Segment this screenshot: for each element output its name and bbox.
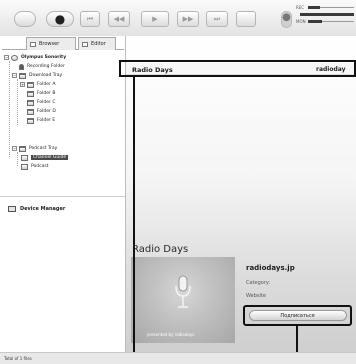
fast-forward-icon: ▶▶ xyxy=(182,15,194,23)
podcast-icon xyxy=(21,163,28,170)
folder-icon xyxy=(27,108,34,115)
tab-editor-label: Editor xyxy=(91,41,106,47)
subscribe-callout: Подписаться xyxy=(243,305,352,326)
tree-item-channel-guide[interactable]: Channel Guide xyxy=(0,153,126,162)
tree-item-label: Podcast xyxy=(31,164,49,169)
status-text: Total of 1 files xyxy=(4,356,32,361)
tree-item-label: Folder A xyxy=(37,82,56,87)
device-manager-item[interactable]: Device Manager xyxy=(8,206,65,212)
tree-root-label: Olympus Sonority xyxy=(21,55,67,60)
device-manager-icon xyxy=(8,206,16,212)
website-link[interactable]: Website xyxy=(246,293,266,299)
collapse-toggle-icon[interactable]: − xyxy=(4,55,9,60)
tab-browser-label: Browser xyxy=(39,41,60,47)
channel-guide-icon xyxy=(21,154,28,161)
folder-icon xyxy=(27,99,34,106)
tree-item-label: Recording Folder xyxy=(27,64,65,69)
tree-item-podcast-tray[interactable]: − Podcast Tray xyxy=(0,144,126,153)
artwork-caption: presented by radiodays xyxy=(147,332,195,337)
folder-icon xyxy=(27,90,34,97)
play-icon: ▶ xyxy=(152,15,158,23)
category-label: Category: xyxy=(246,280,271,286)
tree-item-label: Podcast Tray xyxy=(29,146,58,151)
rec-level-label: REC xyxy=(296,5,305,10)
previous-track-icon: ⏮ xyxy=(86,14,94,23)
tree-item-label: Download Tray xyxy=(29,73,63,78)
device-manager-label: Device Manager xyxy=(20,206,66,212)
mon-level-bar xyxy=(308,20,322,23)
tree-item-recording-folder[interactable]: Recording Folder xyxy=(0,62,126,71)
record-button[interactable]: ● xyxy=(46,11,74,27)
tree-item-label: Folder D xyxy=(37,109,56,114)
tree-item-folder-d[interactable]: Folder D xyxy=(0,107,126,116)
tree-item-folder-e[interactable]: Folder E xyxy=(0,116,126,125)
tree-root[interactable]: − Olympus Sonority xyxy=(0,53,126,62)
next-track-icon: ⏭ xyxy=(213,14,221,23)
pane-tabs: Browser Editor xyxy=(2,37,124,50)
tab-browser[interactable]: Browser xyxy=(26,37,76,50)
subscribe-button-label: Подписаться xyxy=(280,312,315,319)
transport-toolbar: ● ⏮ ◀◀ ▶ ▶▶ ⏭ REC MON xyxy=(0,0,356,36)
play-button[interactable]: ▶ xyxy=(141,11,169,27)
tree-item-label: Folder B xyxy=(37,91,56,96)
rec-level-bar xyxy=(308,6,320,9)
rewind-icon: ◀◀ xyxy=(113,15,125,23)
status-bar: Total of 1 files xyxy=(0,352,356,364)
rewind-button[interactable]: ◀◀ xyxy=(108,11,130,27)
next-track-button[interactable]: ⏭ xyxy=(206,11,228,27)
browser-icon xyxy=(30,41,36,47)
editor-icon xyxy=(82,41,88,47)
callout-leader-line xyxy=(133,77,135,364)
guide-title: Radio Days xyxy=(132,244,189,255)
tray-icon xyxy=(19,145,26,152)
previous-track-button[interactable]: ⏮ xyxy=(80,11,100,27)
collapse-toggle-icon[interactable]: − xyxy=(12,146,17,151)
browser-pane: Browser Editor − Olympus Sonority Record… xyxy=(0,36,126,352)
folder-icon xyxy=(27,81,34,88)
list-row-callout xyxy=(119,60,356,77)
volume-knob[interactable] xyxy=(281,11,292,28)
collapse-toggle-icon[interactable]: − xyxy=(12,73,17,78)
tree-item-download-tray[interactable]: − Download Tray xyxy=(0,71,126,80)
rec-level-track xyxy=(320,7,354,8)
subscribe-button[interactable]: Подписаться xyxy=(248,310,347,321)
mon-level-track xyxy=(322,21,354,22)
microphone-icon xyxy=(19,63,24,70)
tree-item-folder-b[interactable]: Folder B xyxy=(0,89,126,98)
expand-toggle-icon[interactable]: + xyxy=(20,82,25,87)
tree-item-label: Channel Guide xyxy=(31,155,69,160)
tab-editor[interactable]: Editor xyxy=(78,37,116,50)
tray-icon xyxy=(19,72,26,79)
stop-button[interactable] xyxy=(14,11,36,27)
mon-level-label: MON xyxy=(296,19,306,24)
fast-forward-button[interactable]: ▶▶ xyxy=(177,11,199,27)
folder-icon xyxy=(27,117,34,124)
microphone-icon xyxy=(175,275,191,308)
device-icon xyxy=(11,54,18,61)
extra-button[interactable] xyxy=(236,11,256,27)
tree-item-label: Folder E xyxy=(37,118,56,123)
tree-item-label: Folder C xyxy=(37,100,56,105)
record-icon: ● xyxy=(54,12,66,26)
level-meter xyxy=(300,13,354,16)
pane-divider xyxy=(0,196,125,197)
tree-item-folder-a[interactable]: + Folder A xyxy=(0,80,126,89)
tree-item-podcast[interactable]: Podcast xyxy=(0,162,126,171)
podcast-name: radiodays.jp xyxy=(246,264,295,272)
tree-item-folder-c[interactable]: Folder C xyxy=(0,98,126,107)
